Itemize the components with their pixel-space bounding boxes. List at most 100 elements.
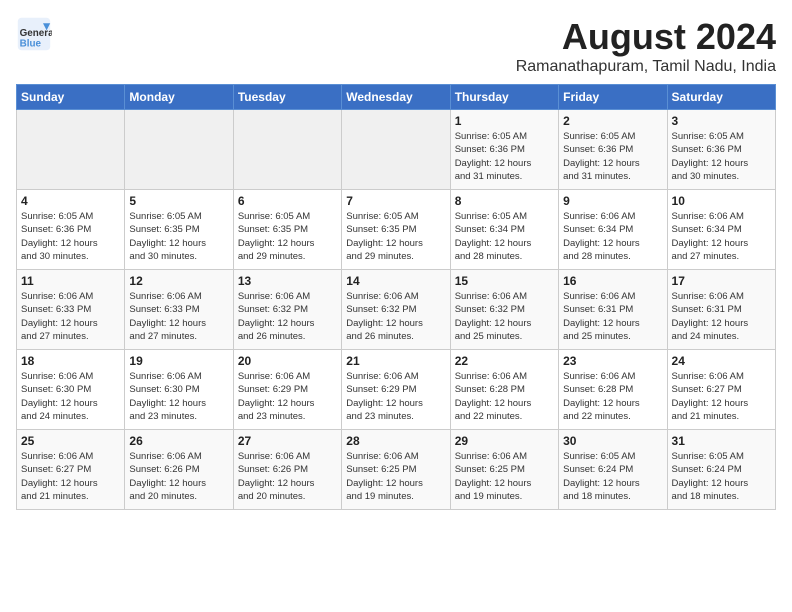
day-number: 29 — [455, 434, 554, 448]
calendar-week-row: 4 Sunrise: 6:05 AM Sunset: 6:36 PM Daylig… — [17, 190, 776, 270]
calendar-week-row: 18 Sunrise: 6:06 AM Sunset: 6:30 PM Dayli… — [17, 350, 776, 430]
day-number: 30 — [563, 434, 662, 448]
day-number: 3 — [672, 114, 771, 128]
calendar-cell: 24Sunrise: 6:06 AM Sunset: 6:27 PM Dayli… — [667, 350, 775, 430]
day-info: Sunrise: 6:06 AM Sunset: 6:26 PM Dayligh… — [129, 450, 228, 503]
day-number: 15 — [455, 274, 554, 288]
day-number: 6 — [238, 194, 337, 208]
calendar-cell: 10 Sunrise: 6:06 AM Sunset: 6:34 PM Dayli… — [667, 190, 775, 270]
calendar-cell: 8 Sunrise: 6:05 AM Sunset: 6:34 PM Daylig… — [450, 190, 558, 270]
calendar-cell: 2 Sunrise: 6:05 AM Sunset: 6:36 PM Daylig… — [559, 110, 667, 190]
calendar-cell: 27 Sunrise: 6:06 AM Sunset: 6:26 PM Dayli… — [233, 430, 341, 510]
calendar-cell: 11 Sunrise: 6:06 AM Sunset: 6:33 PM Dayli… — [17, 270, 125, 350]
day-info: Sunrise: 6:05 AM Sunset: 6:35 PM Dayligh… — [346, 210, 445, 263]
weekday-header-row: SundayMondayTuesdayWednesdayThursdayFrid… — [17, 85, 776, 110]
day-number: 7 — [346, 194, 445, 208]
day-info: Sunrise: 6:06 AM Sunset: 6:33 PM Dayligh… — [129, 290, 228, 343]
day-number: 14 — [346, 274, 445, 288]
day-number: 12 — [129, 274, 228, 288]
day-info: Sunrise: 6:06 AM Sunset: 6:28 PM Dayligh… — [455, 370, 554, 423]
calendar-cell — [125, 110, 233, 190]
month-year-title: August 2024 — [516, 16, 776, 58]
day-number: 31 — [672, 434, 771, 448]
day-number: 27 — [238, 434, 337, 448]
calendar-week-row: 1 Sunrise: 6:05 AM Sunset: 6:36 PM Daylig… — [17, 110, 776, 190]
day-info: Sunrise: 6:06 AM Sunset: 6:32 PM Dayligh… — [455, 290, 554, 343]
day-info: Sunrise: 6:06 AM Sunset: 6:28 PM Dayligh… — [563, 370, 662, 423]
calendar-cell: 18Sunrise: 6:06 AM Sunset: 6:30 PM Dayli… — [17, 350, 125, 430]
day-info: Sunrise: 6:06 AM Sunset: 6:25 PM Dayligh… — [455, 450, 554, 503]
day-number: 21 — [346, 354, 445, 368]
calendar-cell: 9Sunrise: 6:06 AM Sunset: 6:34 PM Daylig… — [559, 190, 667, 270]
day-info: Sunrise: 6:05 AM Sunset: 6:36 PM Dayligh… — [672, 130, 771, 183]
day-number: 8 — [455, 194, 554, 208]
day-info: Sunrise: 6:06 AM Sunset: 6:29 PM Dayligh… — [346, 370, 445, 423]
calendar-cell: 16Sunrise: 6:06 AM Sunset: 6:31 PM Dayli… — [559, 270, 667, 350]
calendar-cell: 5Sunrise: 6:05 AM Sunset: 6:35 PM Daylig… — [125, 190, 233, 270]
calendar-cell: 6 Sunrise: 6:05 AM Sunset: 6:35 PM Daylig… — [233, 190, 341, 270]
day-info: Sunrise: 6:06 AM Sunset: 6:34 PM Dayligh… — [672, 210, 771, 263]
day-info: Sunrise: 6:06 AM Sunset: 6:27 PM Dayligh… — [21, 450, 120, 503]
day-number: 20 — [238, 354, 337, 368]
day-info: Sunrise: 6:05 AM Sunset: 6:36 PM Dayligh… — [21, 210, 120, 263]
logo: General Blue — [16, 16, 52, 52]
calendar-cell: 22Sunrise: 6:06 AM Sunset: 6:28 PM Dayli… — [450, 350, 558, 430]
calendar-week-row: 25 Sunrise: 6:06 AM Sunset: 6:27 PM Dayli… — [17, 430, 776, 510]
day-number: 5 — [129, 194, 228, 208]
day-info: Sunrise: 6:05 AM Sunset: 6:36 PM Dayligh… — [563, 130, 662, 183]
day-info: Sunrise: 6:06 AM Sunset: 6:26 PM Dayligh… — [238, 450, 337, 503]
day-info: Sunrise: 6:05 AM Sunset: 6:24 PM Dayligh… — [672, 450, 771, 503]
calendar-cell: 4 Sunrise: 6:05 AM Sunset: 6:36 PM Daylig… — [17, 190, 125, 270]
day-number: 1 — [455, 114, 554, 128]
weekday-header: Wednesday — [342, 85, 450, 110]
calendar-cell: 7 Sunrise: 6:05 AM Sunset: 6:35 PM Daylig… — [342, 190, 450, 270]
calendar-cell: 20 Sunrise: 6:06 AM Sunset: 6:29 PM Dayli… — [233, 350, 341, 430]
day-info: Sunrise: 6:06 AM Sunset: 6:25 PM Dayligh… — [346, 450, 445, 503]
weekday-header: Friday — [559, 85, 667, 110]
day-info: Sunrise: 6:06 AM Sunset: 6:32 PM Dayligh… — [238, 290, 337, 343]
day-info: Sunrise: 6:06 AM Sunset: 6:32 PM Dayligh… — [346, 290, 445, 343]
calendar-cell: 28Sunrise: 6:06 AM Sunset: 6:25 PM Dayli… — [342, 430, 450, 510]
calendar-cell: 25 Sunrise: 6:06 AM Sunset: 6:27 PM Dayli… — [17, 430, 125, 510]
title-block: August 2024 Ramanathapuram, Tamil Nadu, … — [516, 16, 776, 76]
day-number: 19 — [129, 354, 228, 368]
day-number: 18 — [21, 354, 120, 368]
location-subtitle: Ramanathapuram, Tamil Nadu, India — [516, 58, 776, 76]
day-number: 24 — [672, 354, 771, 368]
day-info: Sunrise: 6:06 AM Sunset: 6:33 PM Dayligh… — [21, 290, 120, 343]
day-info: Sunrise: 6:06 AM Sunset: 6:30 PM Dayligh… — [129, 370, 228, 423]
weekday-header: Sunday — [17, 85, 125, 110]
calendar-cell: 14 Sunrise: 6:06 AM Sunset: 6:32 PM Dayli… — [342, 270, 450, 350]
calendar-cell: 26 Sunrise: 6:06 AM Sunset: 6:26 PM Dayli… — [125, 430, 233, 510]
day-number: 11 — [21, 274, 120, 288]
calendar-cell: 23 Sunrise: 6:06 AM Sunset: 6:28 PM Dayli… — [559, 350, 667, 430]
weekday-header: Tuesday — [233, 85, 341, 110]
day-number: 9 — [563, 194, 662, 208]
day-number: 13 — [238, 274, 337, 288]
calendar-cell — [233, 110, 341, 190]
day-number: 4 — [21, 194, 120, 208]
day-number: 23 — [563, 354, 662, 368]
logo-icon: General Blue — [16, 16, 52, 52]
day-info: Sunrise: 6:06 AM Sunset: 6:31 PM Dayligh… — [672, 290, 771, 343]
calendar-cell — [17, 110, 125, 190]
calendar-cell: 31 Sunrise: 6:05 AM Sunset: 6:24 PM Dayli… — [667, 430, 775, 510]
calendar-cell: 17 Sunrise: 6:06 AM Sunset: 6:31 PM Dayli… — [667, 270, 775, 350]
day-info: Sunrise: 6:05 AM Sunset: 6:36 PM Dayligh… — [455, 130, 554, 183]
day-number: 17 — [672, 274, 771, 288]
day-number: 2 — [563, 114, 662, 128]
calendar-cell: 1 Sunrise: 6:05 AM Sunset: 6:36 PM Daylig… — [450, 110, 558, 190]
calendar-week-row: 11 Sunrise: 6:06 AM Sunset: 6:33 PM Dayli… — [17, 270, 776, 350]
calendar-cell: 3 Sunrise: 6:05 AM Sunset: 6:36 PM Daylig… — [667, 110, 775, 190]
day-info: Sunrise: 6:06 AM Sunset: 6:29 PM Dayligh… — [238, 370, 337, 423]
calendar-cell: 19 Sunrise: 6:06 AM Sunset: 6:30 PM Dayli… — [125, 350, 233, 430]
day-info: Sunrise: 6:05 AM Sunset: 6:35 PM Dayligh… — [238, 210, 337, 263]
weekday-header: Thursday — [450, 85, 558, 110]
calendar-cell: 13 Sunrise: 6:06 AM Sunset: 6:32 PM Dayli… — [233, 270, 341, 350]
svg-text:Blue: Blue — [20, 39, 42, 50]
day-number: 16 — [563, 274, 662, 288]
day-info: Sunrise: 6:05 AM Sunset: 6:34 PM Dayligh… — [455, 210, 554, 263]
day-number: 25 — [21, 434, 120, 448]
day-number: 26 — [129, 434, 228, 448]
day-number: 10 — [672, 194, 771, 208]
